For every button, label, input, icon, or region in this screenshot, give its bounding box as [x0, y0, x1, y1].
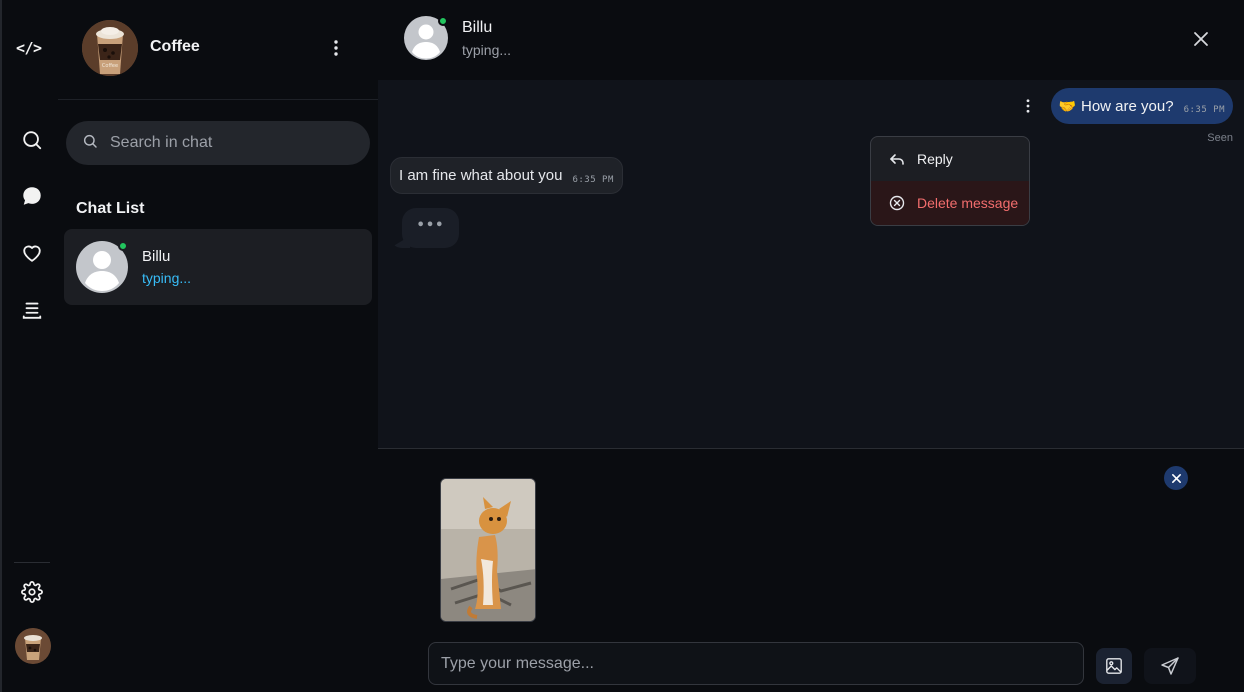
chat-contact-name: Billu	[462, 19, 493, 36]
chat-list-item[interactable]: Billu typing...	[64, 229, 372, 305]
delete-label: Delete message	[917, 195, 1019, 211]
send-button[interactable]	[1144, 648, 1196, 684]
message-area: 🤝 How are you? 6:35 PM Seen I am fine wh…	[378, 80, 1244, 449]
contact-name: Billu	[142, 248, 171, 265]
attach-image-button[interactable]	[1096, 648, 1132, 684]
profile-name: Coffee	[150, 38, 200, 55]
composer	[378, 450, 1244, 692]
remove-attachment-button[interactable]	[1164, 466, 1188, 490]
send-icon	[1161, 657, 1179, 675]
rail-divider	[14, 562, 50, 563]
message-text: I am fine what about you	[399, 167, 563, 184]
search-input[interactable]	[110, 134, 350, 152]
chat-contact-status: typing...	[462, 42, 512, 58]
profile-avatar[interactable]: Coffee	[82, 20, 138, 76]
reply-icon	[890, 154, 904, 165]
delete-menu-item[interactable]: Delete message	[871, 181, 1029, 225]
heart-icon[interactable]	[20, 241, 44, 265]
message-time: 6:35 PM	[1183, 105, 1225, 115]
online-indicator	[438, 16, 448, 26]
close-icon[interactable]	[1190, 28, 1212, 50]
gear-icon[interactable]	[20, 580, 44, 604]
app-logo[interactable]: </>	[16, 39, 42, 57]
image-attachment-preview[interactable]	[440, 478, 536, 622]
message-time: 6:35 PM	[572, 174, 614, 185]
circle-x-icon	[889, 195, 905, 211]
message-text: How are you?	[1081, 97, 1174, 115]
close-icon	[1171, 473, 1181, 483]
nav-rail: </>	[0, 0, 58, 692]
chat-bubble-icon[interactable]	[20, 184, 44, 208]
chat-sidebar: Coffee Coffee Chat List Billu typing...	[58, 0, 378, 692]
image-icon	[1106, 658, 1122, 674]
search-icon[interactable]	[20, 128, 44, 152]
contact-status: typing...	[142, 270, 192, 286]
outgoing-message[interactable]: 🤝 How are you? 6:35 PM	[1050, 88, 1233, 124]
svg-text:Coffee: Coffee	[102, 63, 118, 69]
chat-list-title: Chat List	[76, 200, 145, 217]
more-vertical-icon[interactable]	[326, 36, 346, 60]
message-context-menu: Reply Delete message	[870, 136, 1030, 226]
typing-dots: •••	[416, 217, 445, 233]
incoming-message[interactable]: I am fine what about you 6:35 PM	[390, 157, 623, 194]
typing-indicator: •••	[390, 208, 459, 248]
chat-header: Billu typing...	[378, 0, 1244, 80]
reply-menu-item[interactable]: Reply	[871, 137, 1029, 181]
online-indicator	[118, 241, 128, 251]
stack-icon[interactable]	[20, 298, 44, 322]
chat-panel: Billu typing... 🤝 How are you? 6:35 PM S…	[378, 0, 1244, 692]
message-emoji: 🤝	[1058, 97, 1076, 114]
message-options-icon[interactable]	[1022, 96, 1034, 116]
message-input[interactable]	[428, 642, 1084, 685]
profile-header: Coffee Coffee	[58, 0, 378, 100]
search-icon	[82, 133, 98, 153]
read-receipt: Seen	[1207, 132, 1233, 144]
my-avatar[interactable]	[15, 628, 51, 664]
search-box[interactable]	[66, 121, 370, 165]
reply-label: Reply	[917, 151, 953, 167]
typing-bubble-tail	[390, 236, 410, 248]
